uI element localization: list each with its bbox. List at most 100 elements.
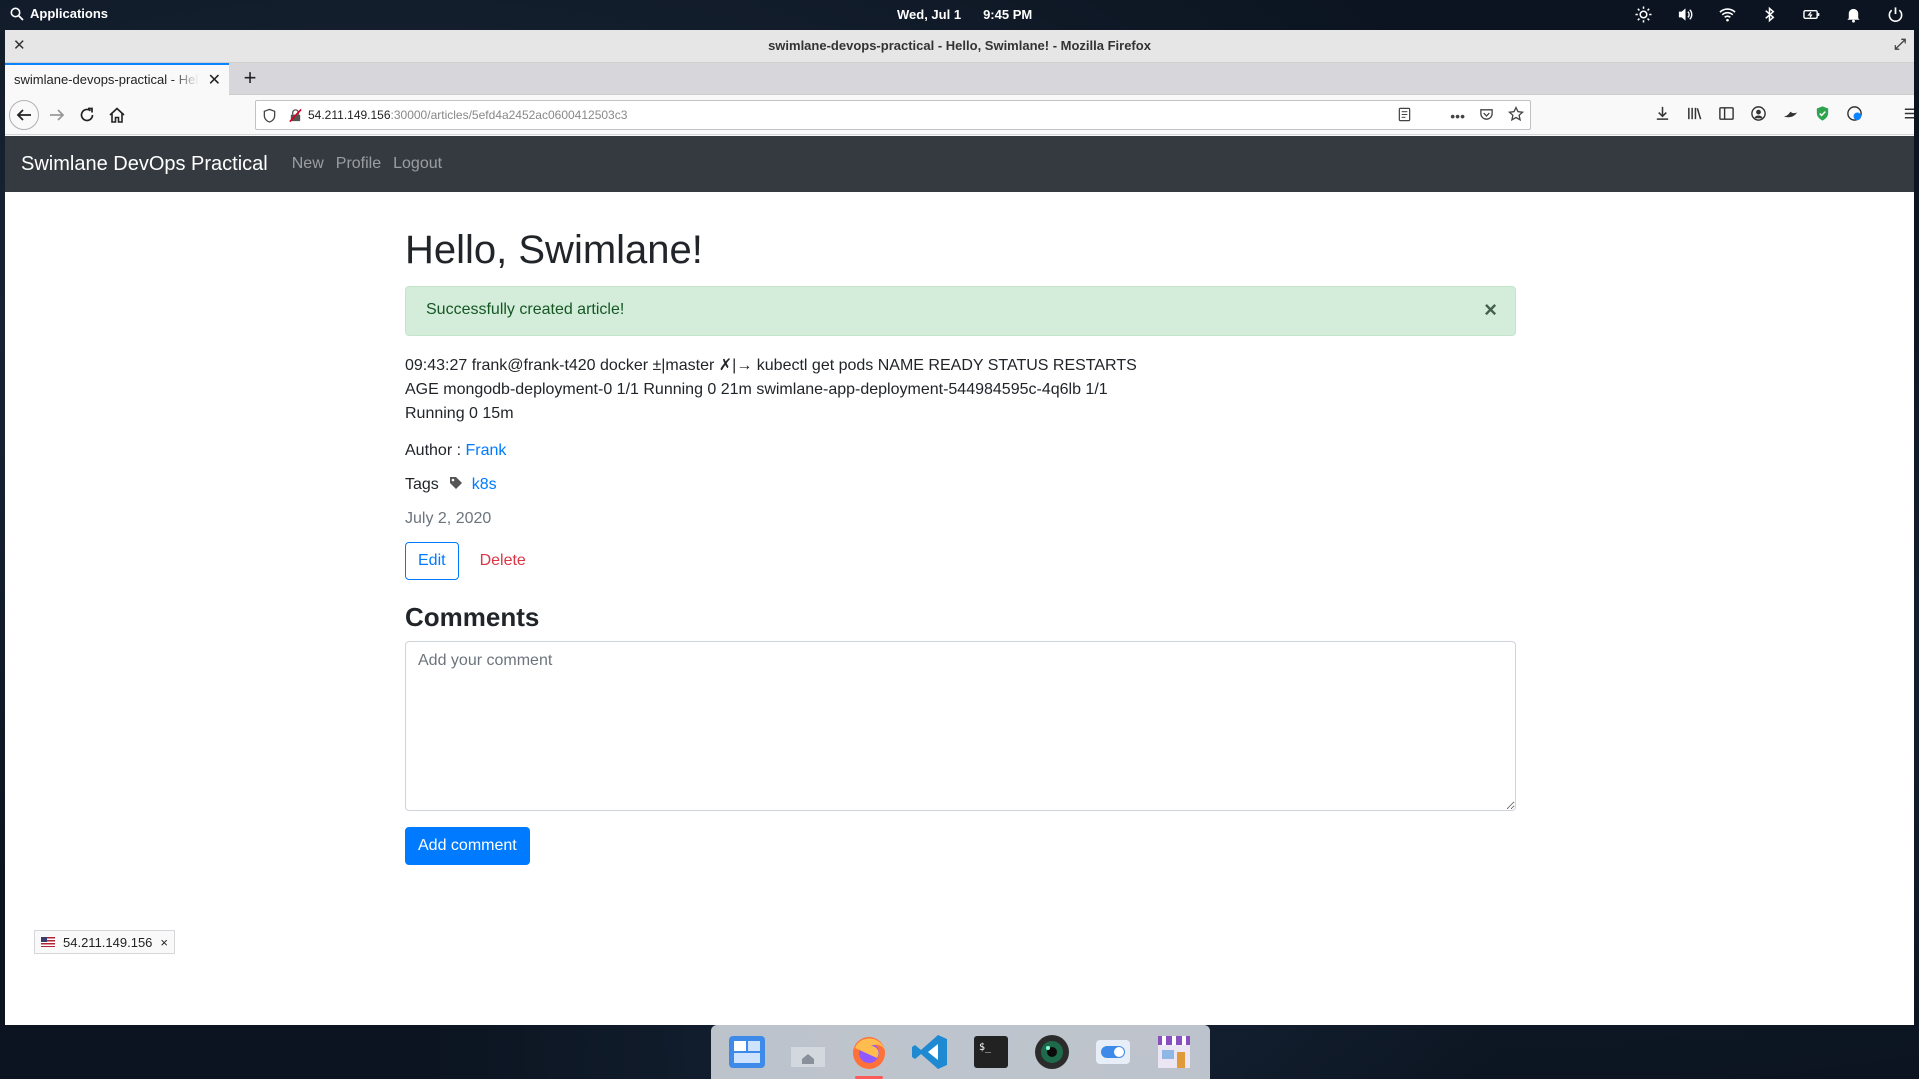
svg-text:$_: $_	[979, 1042, 992, 1053]
url-host: 54.211.149.156	[308, 108, 391, 122]
tag-icon	[450, 477, 463, 489]
dock: $_	[711, 1025, 1210, 1079]
reload-icon	[80, 107, 94, 122]
home-icon	[109, 107, 125, 123]
author-link[interactable]: Frank	[465, 442, 506, 459]
battery-icon[interactable]	[1801, 4, 1821, 24]
delete-button[interactable]: Delete	[480, 552, 526, 570]
brightness-icon[interactable]	[1633, 4, 1653, 24]
toolbar-extensions	[1653, 103, 1914, 123]
new-tab-icon[interactable]: +	[237, 65, 263, 91]
power-icon[interactable]	[1885, 4, 1905, 24]
reader-view-icon[interactable]	[1397, 107, 1412, 125]
tags-label: Tags	[405, 476, 439, 493]
dock-firefox[interactable]	[847, 1030, 891, 1079]
add-comment-button[interactable]: Add comment	[405, 827, 530, 865]
dock-vscode[interactable]	[908, 1030, 952, 1074]
hamburger-menu-icon[interactable]	[1901, 103, 1914, 123]
nav-link-logout[interactable]: Logout	[393, 155, 442, 173]
pocket-icon[interactable]	[1479, 107, 1494, 125]
applications-menu[interactable]: Applications	[10, 6, 108, 21]
article-container: Hello, Swimlane! Successfully created ar…	[405, 192, 1516, 865]
app-navbar: Swimlane DevOps Practical New Profile Lo…	[5, 136, 1914, 192]
article-tags: Tags k8s	[405, 476, 1516, 494]
tab-strip: swimlane-devops-practical - Hello, Swiml…	[5, 63, 1914, 95]
comments-heading: Comments	[405, 602, 540, 632]
sidebar-icon[interactable]	[1717, 103, 1735, 123]
back-arrow-icon	[16, 109, 31, 121]
wifi-icon[interactable]	[1717, 4, 1737, 24]
store-icon	[1157, 1036, 1190, 1068]
article-date: July 2, 2020	[405, 510, 492, 527]
forward-arrow-icon	[50, 109, 65, 121]
url-path: :30000/articles/5efd4a2452ac0600412503c3	[390, 108, 628, 122]
us-flag-icon	[41, 937, 55, 947]
author-label: Author :	[405, 442, 462, 459]
volume-icon[interactable]	[1675, 4, 1695, 24]
nav-link-profile[interactable]: Profile	[336, 155, 381, 173]
article-body: 09:43:27 frank@frank-t420 docker ±|maste…	[405, 357, 1137, 422]
firefox-window: ✕ swimlane-devops-practical - Hello, Swi…	[5, 30, 1914, 1025]
search-icon	[10, 7, 24, 21]
browser-tab-active[interactable]: swimlane-devops-practical - Hello, Swiml…	[5, 63, 229, 95]
system-tray	[1633, 4, 1905, 24]
page-actions-menu-icon[interactable]: •••	[1450, 108, 1465, 124]
dock-files[interactable]	[786, 1030, 830, 1074]
window-title: swimlane-devops-practical - Hello, Swiml…	[768, 38, 1151, 53]
url-bar[interactable]: 54.211.149.156:30000/articles/5efd4a2452…	[255, 100, 1531, 130]
status-close-icon[interactable]: ×	[160, 935, 168, 950]
back-button[interactable]	[9, 100, 39, 130]
dock-camera[interactable]	[1030, 1030, 1074, 1074]
bookmark-star-icon[interactable]	[1508, 105, 1524, 125]
alert-message: Successfully created article!	[426, 301, 625, 318]
nav-link-new[interactable]: New	[292, 155, 324, 173]
system-top-panel: Applications Wed, Jul 1 9:45 PM	[0, 0, 1919, 29]
article-actions: Edit Delete	[405, 542, 1516, 580]
dock-settings[interactable]	[1091, 1030, 1135, 1074]
reload-button[interactable]	[73, 101, 101, 129]
status-url-popup: 54.211.149.156 ×	[34, 930, 175, 954]
folder-home-icon	[791, 1042, 826, 1067]
tag-link[interactable]: k8s	[472, 476, 497, 493]
terminal-icon: $_	[973, 1036, 1008, 1068]
dock-app-store[interactable]	[1152, 1030, 1196, 1074]
insecure-connection-icon[interactable]	[282, 108, 308, 123]
comment-textarea[interactable]	[405, 641, 1516, 811]
extension-container-icon[interactable]	[1845, 103, 1863, 123]
extension-bird-icon[interactable]	[1781, 103, 1799, 123]
tab-close-icon[interactable]: ✕	[208, 70, 221, 90]
dock-workspaces[interactable]	[725, 1030, 769, 1074]
library-icon[interactable]	[1685, 103, 1703, 123]
forward-button[interactable]	[43, 101, 71, 129]
bluetooth-icon[interactable]	[1759, 4, 1779, 24]
notifications-icon[interactable]	[1843, 4, 1863, 24]
edit-button[interactable]: Edit	[405, 542, 459, 580]
clock-date: Wed, Jul 1	[897, 7, 962, 22]
success-alert: Successfully created article! ×	[405, 286, 1516, 336]
maximize-icon[interactable]: ⤢	[1894, 36, 1906, 53]
camera-lens-icon	[1034, 1035, 1069, 1069]
status-ip: 54.211.149.156	[63, 934, 153, 950]
clock-time: 9:45 PM	[983, 7, 1033, 22]
settings-toggle-icon	[1095, 1040, 1130, 1064]
workspaces-icon	[729, 1036, 766, 1068]
navigation-toolbar: 54.211.149.156:30000/articles/5efd4a2452…	[5, 95, 1914, 135]
firefox-icon	[853, 1037, 886, 1069]
tab-title: swimlane-devops-practical - Hello, Swiml…	[14, 72, 199, 87]
dock-terminal[interactable]: $_	[969, 1030, 1013, 1074]
navbar-brand[interactable]: Swimlane DevOps Practical	[21, 153, 268, 176]
clock[interactable]: Wed, Jul 1 9:45 PM	[897, 7, 1032, 22]
downloads-icon[interactable]	[1653, 103, 1671, 123]
url-bar-actions: •••	[1397, 105, 1524, 125]
web-page: Swimlane DevOps Practical New Profile Lo…	[5, 136, 1914, 1025]
vscode-icon	[912, 1035, 948, 1069]
article-author: Author : Frank	[405, 442, 1516, 460]
page-title: Hello, Swimlane!	[405, 228, 703, 272]
extension-shield-icon[interactable]	[1813, 103, 1831, 123]
account-icon[interactable]	[1749, 103, 1767, 123]
tracking-shield-icon[interactable]	[256, 108, 282, 123]
home-button[interactable]	[103, 101, 131, 129]
alert-close-icon[interactable]: ×	[1484, 299, 1497, 321]
window-titlebar: ✕ swimlane-devops-practical - Hello, Swi…	[5, 30, 1914, 63]
applications-label: Applications	[30, 6, 109, 21]
